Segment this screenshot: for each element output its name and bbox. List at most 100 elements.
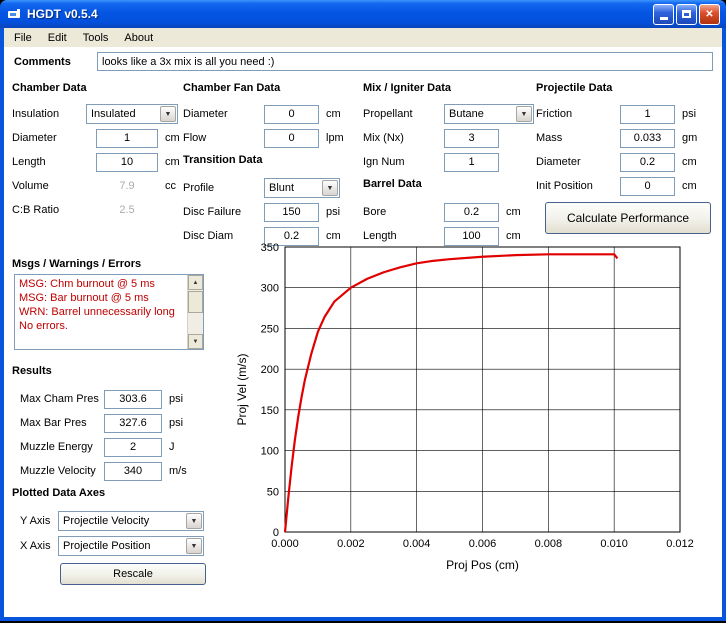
y-axis-value: Projectile Velocity xyxy=(63,515,149,527)
svg-text:0.012: 0.012 xyxy=(666,538,694,550)
dropdown-arrow-icon: ▼ xyxy=(516,106,532,122)
menu-about[interactable]: About xyxy=(116,30,161,46)
message-line: WRN: Barrel unnecessarily long xyxy=(19,305,183,319)
fan-diameter-label: Diameter xyxy=(183,108,264,120)
propellant-label: Propellant xyxy=(363,108,444,120)
scrollbar[interactable]: ▲ ▼ xyxy=(187,275,203,349)
minimize-button[interactable] xyxy=(653,4,674,25)
max-bar-pres-value xyxy=(104,414,162,433)
mass-input[interactable] xyxy=(620,129,675,148)
rescale-button[interactable]: Rescale xyxy=(60,563,206,585)
x-axis-value: Projectile Position xyxy=(63,540,150,552)
svg-text:150: 150 xyxy=(261,405,279,417)
dropdown-arrow-icon: ▼ xyxy=(186,538,202,554)
menu-file[interactable]: File xyxy=(6,30,40,46)
chamber-volume-value: 7.9 xyxy=(96,180,158,192)
projectile-diameter-input[interactable] xyxy=(620,153,675,172)
svg-text:0.000: 0.000 xyxy=(271,538,299,550)
chamber-fan-data-header: Chamber Fan Data xyxy=(183,82,280,94)
projectile-diameter-unit: cm xyxy=(682,156,697,168)
mix-nx-input[interactable] xyxy=(444,129,499,148)
friction-unit: psi xyxy=(682,108,696,120)
svg-text:0.002: 0.002 xyxy=(337,538,365,550)
scroll-down-icon[interactable]: ▼ xyxy=(188,334,203,349)
fan-diameter-input[interactable] xyxy=(264,105,319,124)
menu-tools[interactable]: Tools xyxy=(75,30,117,46)
svg-text:0: 0 xyxy=(273,527,279,539)
disc-failure-label: Disc Failure xyxy=(183,206,264,218)
propellant-dropdown[interactable]: Butane ▼ xyxy=(444,104,534,124)
dropdown-arrow-icon: ▼ xyxy=(186,513,202,529)
muzzle-energy-label: Muzzle Energy xyxy=(20,441,104,453)
muzzle-energy-value xyxy=(104,438,162,457)
messages-header: Msgs / Warnings / Errors xyxy=(12,258,141,270)
message-line: MSG: Chm burnout @ 5 ms xyxy=(19,277,183,291)
scrollbar-track[interactable] xyxy=(188,290,203,334)
chamber-diameter-input[interactable] xyxy=(96,129,158,148)
mix-igniter-data-header: Mix / Igniter Data xyxy=(363,82,451,94)
dropdown-arrow-icon: ▼ xyxy=(322,180,338,196)
fan-flow-input[interactable] xyxy=(264,129,319,148)
svg-text:0.010: 0.010 xyxy=(600,538,628,550)
chamber-length-input[interactable] xyxy=(96,153,158,172)
svg-text:0.008: 0.008 xyxy=(535,538,563,550)
mass-label: Mass xyxy=(536,132,620,144)
init-position-input[interactable] xyxy=(620,177,675,196)
fan-flow-unit: lpm xyxy=(326,132,344,144)
results-header: Results xyxy=(12,365,52,377)
chamber-length-label: Length xyxy=(12,156,86,168)
scrollbar-thumb[interactable] xyxy=(188,291,203,313)
projectile-diameter-label: Diameter xyxy=(536,156,620,168)
muzzle-energy-unit: J xyxy=(169,441,175,453)
svg-text:200: 200 xyxy=(261,364,279,376)
chamber-volume-unit: cc xyxy=(165,180,176,192)
muzzle-velocity-unit: m/s xyxy=(169,465,187,477)
max-bar-pres-label: Max Bar Pres xyxy=(20,417,104,429)
y-axis-label: Y Axis xyxy=(20,515,58,527)
plotted-data-axes-header: Plotted Data Axes xyxy=(12,487,105,499)
svg-text:350: 350 xyxy=(261,242,279,254)
bore-unit: cm xyxy=(506,206,521,218)
profile-label: Profile xyxy=(183,182,264,194)
barrel-data-header: Barrel Data xyxy=(363,178,422,190)
insulation-label: Insulation xyxy=(12,108,86,120)
app-window: HGDT v0.5.4 ✕ File Edit Tools About Comm… xyxy=(0,0,726,621)
fan-diameter-unit: cm xyxy=(326,108,341,120)
x-axis-label: X Axis xyxy=(20,540,58,552)
messages-box[interactable]: MSG: Chm burnout @ 5 ms MSG: Bar burnout… xyxy=(14,274,204,350)
profile-dropdown[interactable]: Blunt ▼ xyxy=(264,178,340,198)
close-button[interactable]: ✕ xyxy=(699,4,720,25)
y-axis-dropdown[interactable]: Projectile Velocity ▼ xyxy=(58,511,204,531)
disc-failure-unit: psi xyxy=(326,206,340,218)
insulation-dropdown[interactable]: Insulated ▼ xyxy=(86,104,178,124)
svg-text:300: 300 xyxy=(261,283,279,295)
transition-data-header: Transition Data xyxy=(183,154,262,166)
svg-text:0.006: 0.006 xyxy=(469,538,497,550)
comments-label: Comments xyxy=(14,56,71,68)
ign-num-input[interactable] xyxy=(444,153,499,172)
menu-edit[interactable]: Edit xyxy=(40,30,75,46)
cb-ratio-label: C:B Ratio xyxy=(12,204,86,216)
init-position-unit: cm xyxy=(682,180,697,192)
insulation-value: Insulated xyxy=(91,108,136,120)
chamber-data-header: Chamber Data xyxy=(12,82,87,94)
bore-label: Bore xyxy=(363,206,444,218)
fan-flow-label: Flow xyxy=(183,132,264,144)
title-bar[interactable]: HGDT v0.5.4 ✕ xyxy=(0,0,726,28)
calculate-performance-button[interactable]: Calculate Performance xyxy=(545,202,711,234)
friction-input[interactable] xyxy=(620,105,675,124)
max-cham-pres-unit: psi xyxy=(169,393,183,405)
profile-value: Blunt xyxy=(269,182,294,194)
x-axis-dropdown[interactable]: Projectile Position ▼ xyxy=(58,536,204,556)
bore-input[interactable] xyxy=(444,203,499,222)
chamber-volume-label: Volume xyxy=(12,180,86,192)
svg-text:Proj Vel (m/s): Proj Vel (m/s) xyxy=(235,353,249,425)
disc-failure-input[interactable] xyxy=(264,203,319,222)
friction-label: Friction xyxy=(536,108,620,120)
maximize-button[interactable] xyxy=(676,4,697,25)
muzzle-velocity-value xyxy=(104,462,162,481)
scroll-up-icon[interactable]: ▲ xyxy=(188,275,203,290)
svg-text:Proj Pos (cm): Proj Pos (cm) xyxy=(446,558,519,572)
svg-text:100: 100 xyxy=(261,446,279,458)
comments-input[interactable] xyxy=(97,52,713,71)
